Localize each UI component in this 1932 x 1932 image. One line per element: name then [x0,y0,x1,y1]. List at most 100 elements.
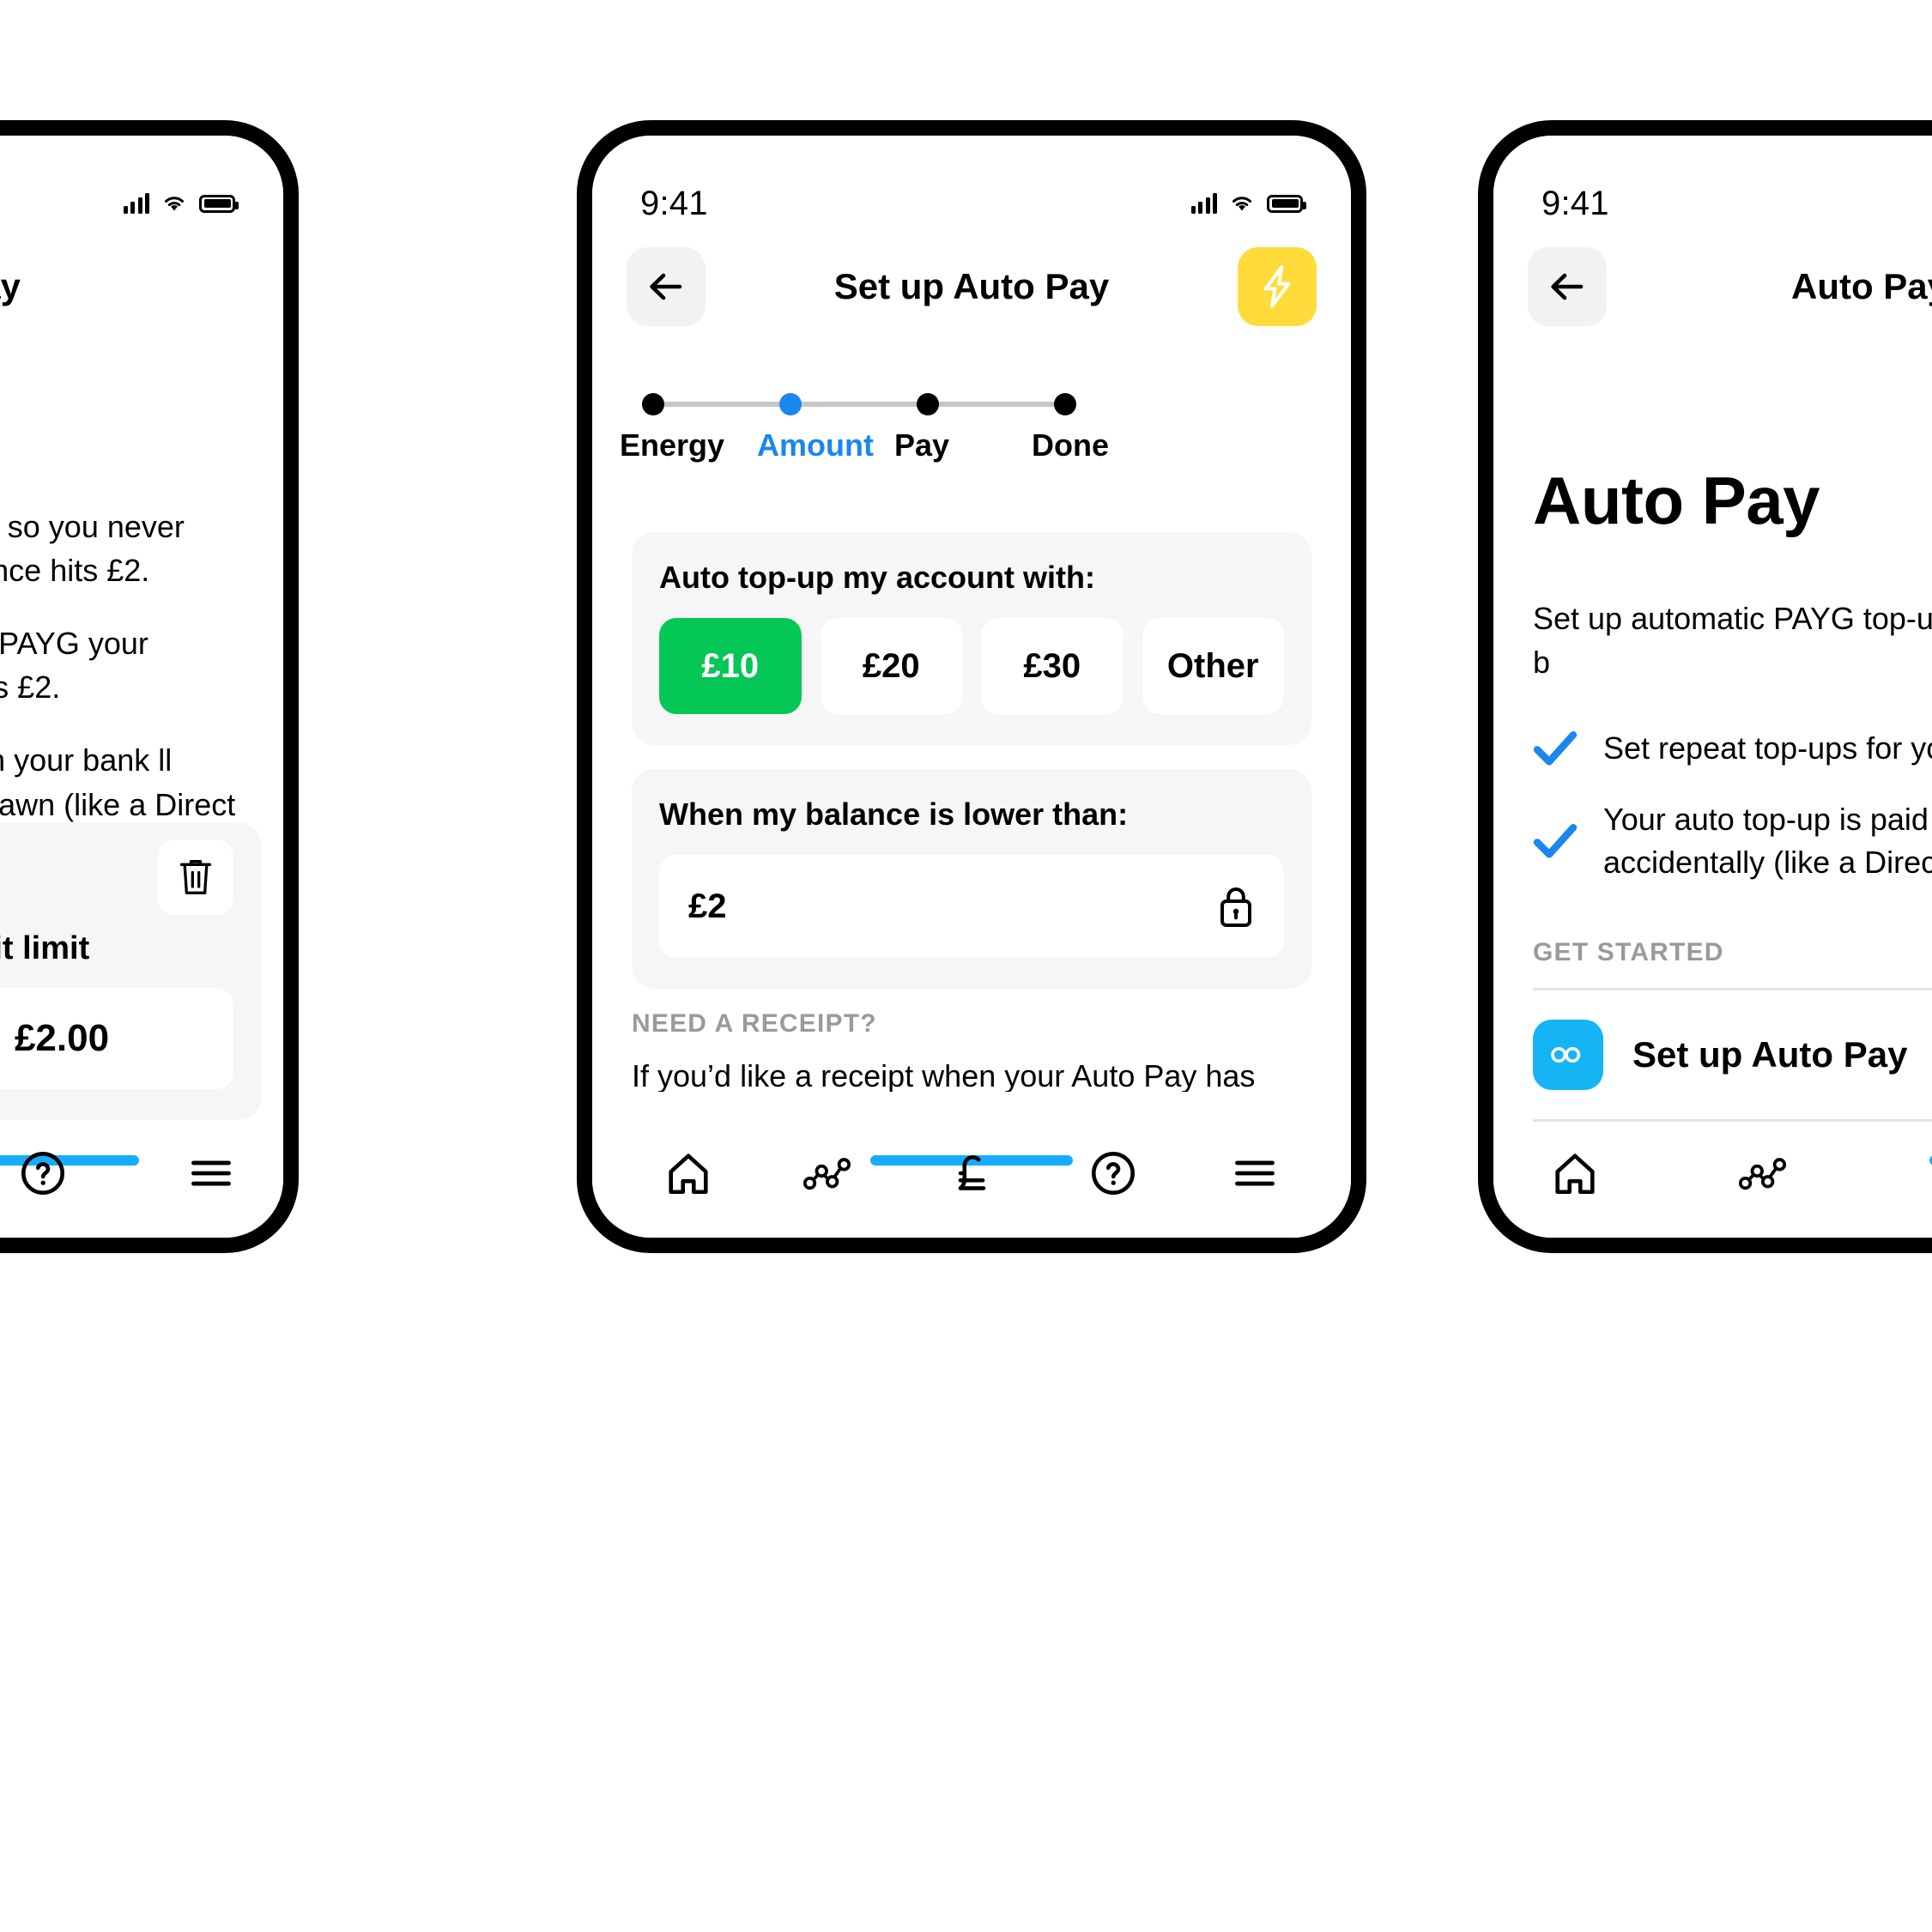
lightning-action-button[interactable] [1238,247,1317,326]
stepper-label-amount[interactable]: Amount [757,427,894,463]
tab-pound[interactable] [935,1136,1008,1210]
left-paragraph-1: c PAYG top-ups so you never when your ba… [0,509,185,589]
tab-usage[interactable] [793,1136,867,1210]
tab-usage[interactable] [1729,1136,1802,1210]
credit-limit-card: Credit limit £2.00 [0,822,261,1120]
left-paragraph-2: op-ups for your PAYG your balance reache… [0,626,148,706]
amount-option-10[interactable]: £10 [659,618,802,714]
bullet-item: Your auto top-up is paid card, so you’ll… [1533,798,1932,885]
get-started-kicker: GET STARTED [1533,938,1724,966]
amount-option-30[interactable]: £30 [981,618,1123,714]
tab-home[interactable] [651,1136,725,1210]
usage-graph-icon [1739,1158,1787,1190]
credit-limit-value[interactable]: £2.00 [0,988,233,1089]
pound-icon [958,1155,986,1190]
lightning-bolt-icon [1263,265,1291,308]
back-button[interactable] [627,247,706,326]
menu-icon [191,1160,231,1186]
help-icon [1091,1151,1135,1196]
get-started-section: GET STARTED Set up Auto Pay [1533,938,1932,1122]
infinity-icon [1551,1047,1581,1063]
tab-pound[interactable] [1919,1136,1932,1210]
signal-icon [123,193,149,214]
tab-home[interactable] [1538,1136,1612,1210]
trash-icon [179,860,212,894]
infinity-icon-badge [1533,1020,1603,1090]
usage-graph-icon [803,1158,851,1190]
topup-amount-card: Auto top-up my account with: £10 £20 £30… [632,532,1311,745]
tab-help[interactable] [1076,1136,1150,1210]
receipt-kicker: NEED A RECEIPT? [632,1009,877,1038]
right-body: Auto Pay Set up automatic PAYG top-u for… [1533,462,1932,884]
bullet-text: Your auto top-up is paid card, so you’ll… [1603,801,1932,880]
tab-bar-right [1493,1109,1932,1238]
header-right: Auto Pay [1493,235,1932,338]
menu-icon [1234,1160,1275,1186]
stepper-label-energy[interactable]: Energy [620,427,757,463]
stepper-line [651,402,1063,407]
check-icon [1533,824,1578,858]
stepper-dot-1[interactable] [779,393,802,415]
status-bar-center: 9:41 [592,136,1351,239]
stepper: Energy Amount Pay Done [620,393,1311,463]
bullet-item: Set repeat top-ups for yo meter when you… [1533,727,1932,770]
header-center: Set up Auto Pay [592,235,1351,338]
tab-bar-center [592,1109,1351,1238]
header-left: Auto Pay [0,235,283,338]
check-icon-wrap [1533,730,1578,766]
amount-option-other[interactable]: Other [1142,618,1284,714]
lock-icon [1220,887,1251,927]
check-icon [1533,731,1578,766]
arrow-left-icon [1551,273,1584,300]
stepper-label-done[interactable]: Done [1032,427,1169,463]
status-bar-right: 9:41 [1493,136,1932,239]
tab-bar-left [0,1109,283,1238]
stepper-track [642,393,1076,415]
home-icon [669,1154,708,1195]
delete-button[interactable] [158,839,233,915]
phone-right: 9:41 Auto Pay Auto Pay Set up automatic … [1478,120,1932,1253]
help-icon [21,1151,65,1196]
tab-help[interactable] [10,1136,76,1210]
screen-center: 9:41 Set up Auto Pay Energy Amount Pay D… [592,136,1351,1238]
status-icons [1190,193,1306,214]
wifi-icon [165,197,184,211]
credit-limit-label: Credit limit [0,930,90,966]
stepper-dot-2[interactable] [917,393,939,415]
stepper-dot-3[interactable] [1054,393,1076,415]
phone-center: 9:41 Set up Auto Pay Energy Amount Pay D… [577,120,1366,1253]
arrow-left-icon [650,273,682,300]
topup-options: £10 £20 £30 Other [659,618,1284,714]
status-time: 9:41 [1541,184,1609,222]
threshold-card-title: When my balance is lower than: [659,796,1129,832]
screen-left: Auto Pay c PAYG top-ups so you never whe… [0,136,283,1238]
phone-left: Auto Pay c PAYG top-ups so you never whe… [0,120,299,1253]
page-title-left: Auto Pay [0,266,21,306]
topup-card-title: Auto top-up my account with: [659,560,1095,595]
stepper-labels: Energy Amount Pay Done [620,427,1311,463]
check-icon-wrap [1533,823,1578,859]
threshold-value: £2 [688,887,727,925]
status-time: 9:41 [640,184,708,222]
wifi-icon [1232,197,1251,211]
stepper-label-pay[interactable]: Pay [894,427,1032,463]
tab-menu[interactable] [179,1136,244,1210]
auto-pay-heading: Auto Pay [1533,463,1820,538]
threshold-card: When my balance is lower than: £2 [632,769,1311,989]
bullet-text: Set repeat top-ups for yo meter when you… [1603,730,1932,766]
page-title-right: Auto Pay [1790,266,1932,306]
status-icons [123,193,239,214]
signal-icon [1190,193,1217,214]
get-started-item[interactable]: Set up Auto Pay [1533,990,1932,1119]
auto-pay-intro: Set up automatic PAYG top-u forget to to… [1533,601,1932,681]
screenshot-stage: Auto Pay c PAYG top-ups so you never whe… [0,0,1932,1932]
back-button[interactable] [1528,247,1607,326]
battery-icon [199,194,239,213]
screen-right: 9:41 Auto Pay Auto Pay Set up automatic … [1493,136,1932,1238]
threshold-field[interactable]: £2 [659,855,1284,958]
tab-menu[interactable] [1218,1136,1292,1210]
page-title-center: Set up Auto Pay [833,266,1110,306]
home-icon [1555,1154,1595,1195]
stepper-dot-0[interactable] [642,393,664,415]
amount-option-20[interactable]: £20 [820,618,962,714]
